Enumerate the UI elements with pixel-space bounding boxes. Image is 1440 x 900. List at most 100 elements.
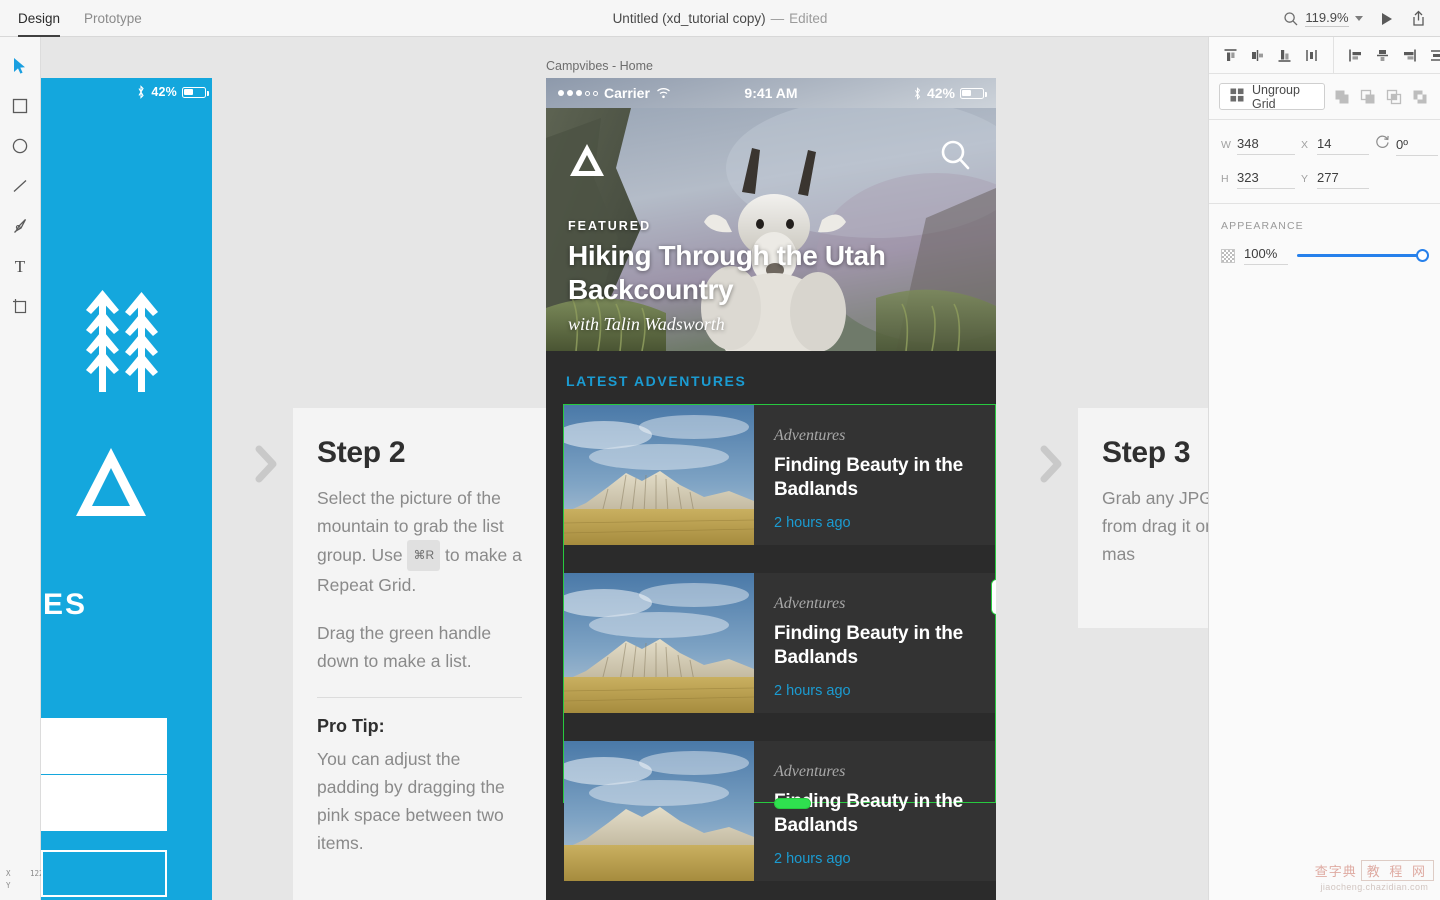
card-timestamp: 2 hours ago bbox=[774, 683, 851, 699]
list-item[interactable]: Adventures Finding Beauty in the Badland… bbox=[564, 741, 996, 881]
section-title-latest-adventures: LATEST ADVENTURES bbox=[546, 351, 996, 405]
blue-artboard-button[interactable] bbox=[41, 850, 167, 897]
rectangle-tool[interactable] bbox=[7, 93, 33, 119]
mountain-logo-icon[interactable] bbox=[568, 143, 606, 179]
align-right-icon[interactable] bbox=[1397, 43, 1422, 68]
artboard-tool[interactable] bbox=[7, 293, 33, 319]
text-tool[interactable]: T bbox=[7, 253, 33, 279]
search-icon[interactable] bbox=[1283, 11, 1299, 27]
card-title: Finding Beauty in the Badlands bbox=[774, 622, 982, 670]
boolean-intersect-icon[interactable] bbox=[1383, 86, 1404, 107]
step-2-paragraph-2: Drag the green handle down to make a lis… bbox=[317, 619, 522, 675]
card-category: Adventures bbox=[774, 595, 982, 613]
left-toolbar: T bbox=[0, 37, 41, 900]
transform-row-1: W 348 X 14 0º bbox=[1221, 134, 1428, 156]
repeat-grid-gap[interactable] bbox=[564, 713, 996, 741]
phone-status-bar: Carrier 9:41 AM 42% bbox=[546, 78, 996, 108]
rotation-input[interactable]: 0º bbox=[1396, 137, 1438, 156]
y-label: Y bbox=[1301, 173, 1310, 185]
opacity-slider[interactable] bbox=[1297, 249, 1428, 263]
document-edited-status: Edited bbox=[789, 11, 827, 26]
titlebar-right-controls: 119.9% bbox=[1283, 0, 1428, 37]
document-dash: — bbox=[771, 11, 785, 26]
align-group-vertical bbox=[1209, 37, 1333, 73]
repeat-grid-list[interactable]: Adventures Finding Beauty in the Badland… bbox=[564, 405, 996, 881]
grid-icon bbox=[1230, 88, 1244, 105]
artboard-label-campvibes[interactable]: Campvibes - Home bbox=[546, 59, 653, 73]
boolean-subtract-icon[interactable] bbox=[1357, 86, 1378, 107]
x-input[interactable]: 14 bbox=[1317, 136, 1369, 155]
align-group-horizontal bbox=[1333, 37, 1440, 73]
battery-icon bbox=[960, 88, 984, 99]
share-icon[interactable] bbox=[1409, 9, 1428, 28]
card-category: Adventures bbox=[774, 427, 982, 445]
cursor-x-label: X bbox=[6, 868, 20, 880]
xd-application-window: Design Prototype Untitled (xd_tutorial c… bbox=[0, 0, 1440, 900]
chevron-right-icon bbox=[251, 441, 281, 492]
distribute-horizontal-icon[interactable] bbox=[1424, 43, 1440, 68]
opacity-input[interactable]: 100% bbox=[1244, 246, 1288, 265]
watermark-url: jiaocheng.chazidian.com bbox=[1320, 882, 1428, 892]
group-actions-row: Ungroup Grid bbox=[1209, 74, 1440, 120]
document-title: Untitled (xd_tutorial copy) bbox=[613, 11, 766, 26]
y-input[interactable]: 277 bbox=[1317, 170, 1369, 189]
height-input[interactable]: 323 bbox=[1237, 170, 1295, 189]
ellipse-tool[interactable] bbox=[7, 133, 33, 159]
search-icon[interactable] bbox=[938, 138, 974, 174]
design-canvas[interactable]: 42% bbox=[41, 37, 1208, 900]
line-tool[interactable] bbox=[7, 173, 33, 199]
tab-design[interactable]: Design bbox=[18, 0, 60, 37]
ungroup-grid-label: Ungroup Grid bbox=[1252, 83, 1314, 111]
cursor-y-label: Y bbox=[6, 880, 20, 892]
site-watermark: 查字典 教 程 网 jiaocheng.chazidian.com bbox=[1315, 860, 1434, 892]
hero-featured-section[interactable]: FEATURED Hiking Through the Utah Backcou… bbox=[546, 108, 996, 351]
step-3-body: Grab any JPG image from drag it onto cir… bbox=[1102, 484, 1208, 568]
document-title-group: Untitled (xd_tutorial copy) — Edited bbox=[0, 0, 1440, 37]
chevron-down-icon[interactable] bbox=[1355, 16, 1363, 21]
boolean-exclude-icon[interactable] bbox=[1409, 86, 1430, 107]
pen-tool[interactable] bbox=[7, 213, 33, 239]
ungroup-grid-button[interactable]: Ungroup Grid bbox=[1219, 83, 1325, 110]
card-image-badlands bbox=[564, 741, 754, 881]
rotation-field-group: 0º bbox=[1375, 134, 1438, 156]
repeat-grid-gap[interactable] bbox=[564, 545, 996, 573]
artboard-blue-splash[interactable]: 42% bbox=[41, 78, 212, 900]
align-left-icon[interactable] bbox=[1343, 43, 1368, 68]
align-horizontal-center-icon[interactable] bbox=[1370, 43, 1395, 68]
repeat-grid-vertical-handle[interactable] bbox=[991, 579, 996, 615]
appearance-section-label: APPEARANCE bbox=[1221, 220, 1428, 232]
distribute-vertical-icon[interactable] bbox=[1299, 43, 1324, 68]
zoom-level-value[interactable]: 119.9% bbox=[1305, 10, 1349, 27]
transform-row-2: H 323 Y 277 bbox=[1221, 170, 1428, 189]
list-item[interactable]: Adventures Finding Beauty in the Badland… bbox=[564, 405, 996, 545]
step-2-divider bbox=[317, 697, 522, 698]
list-item[interactable]: Adventures Finding Beauty in the Badland… bbox=[564, 573, 996, 713]
shortcut-key-badge: ⌘R bbox=[407, 540, 440, 571]
watermark-text-left: 查字典 bbox=[1315, 861, 1357, 880]
blue-artboard-text: ES bbox=[43, 588, 87, 622]
blue-artboard-statusbar: 42% bbox=[136, 85, 206, 99]
card-image-badlands bbox=[564, 405, 754, 545]
artboard-campvibes-home[interactable]: Carrier 9:41 AM 42% bbox=[546, 78, 996, 900]
card-timestamp: 2 hours ago bbox=[774, 851, 851, 867]
opacity-slider-knob[interactable] bbox=[1416, 249, 1429, 262]
repeat-grid-horizontal-handle[interactable] bbox=[774, 798, 811, 809]
height-field-group: H 323 bbox=[1221, 170, 1295, 189]
select-tool[interactable] bbox=[7, 53, 33, 79]
zoom-control[interactable]: 119.9% bbox=[1283, 10, 1363, 27]
width-input[interactable]: 348 bbox=[1237, 136, 1295, 155]
watermark-text-right: 教 程 网 bbox=[1361, 860, 1434, 881]
blue-artboard-field-2[interactable] bbox=[41, 775, 167, 831]
align-bottom-icon[interactable] bbox=[1272, 43, 1297, 68]
play-icon[interactable] bbox=[1377, 10, 1395, 28]
opacity-control: 100% bbox=[1221, 246, 1428, 265]
align-top-icon[interactable] bbox=[1218, 43, 1243, 68]
step-3-title: Step 3 bbox=[1102, 436, 1208, 470]
align-vertical-center-icon[interactable] bbox=[1245, 43, 1270, 68]
tab-prototype[interactable]: Prototype bbox=[84, 0, 142, 37]
chevron-right-icon bbox=[1036, 441, 1066, 492]
card-title: Finding Beauty in the Badlands bbox=[774, 454, 982, 502]
blue-artboard-field-1[interactable] bbox=[41, 718, 167, 774]
card-timestamp: 2 hours ago bbox=[774, 515, 851, 531]
boolean-add-icon[interactable] bbox=[1331, 86, 1352, 107]
